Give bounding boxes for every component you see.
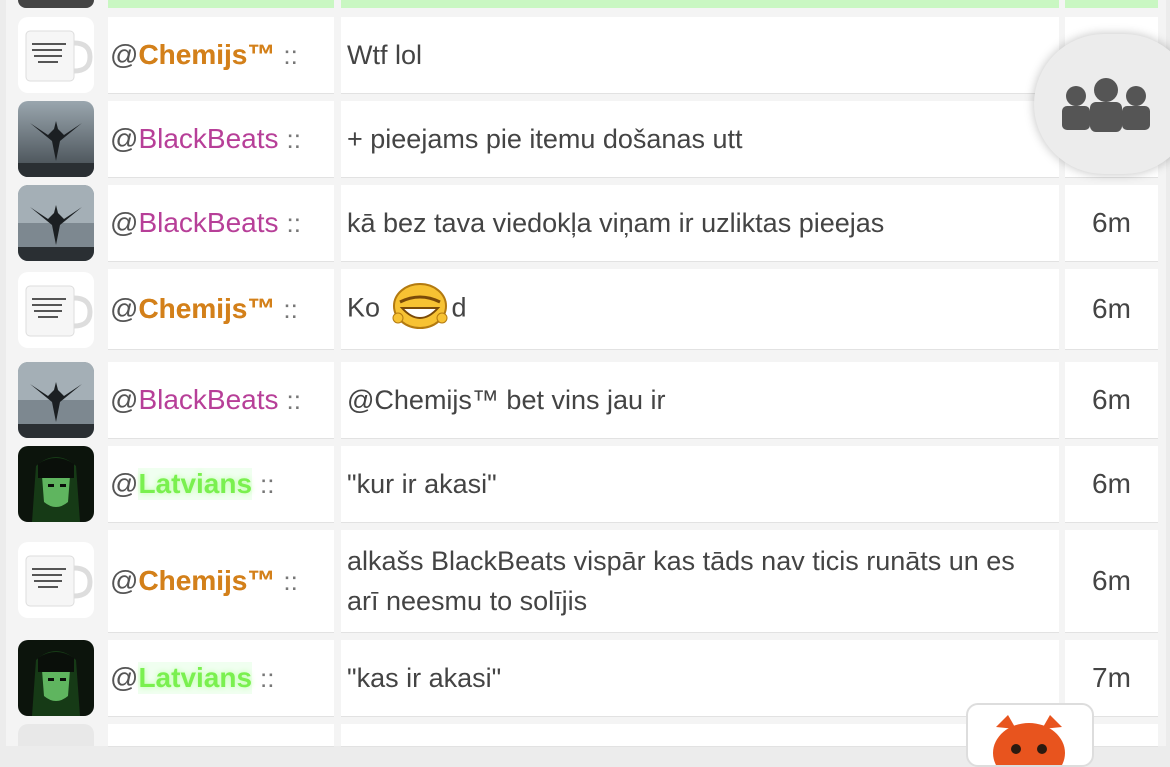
- message-text: Wtf lol: [347, 40, 423, 70]
- message-text: + pieejams pie itemu došanas utt: [347, 124, 743, 154]
- chat-frame: @Chemijs™:: Wtf lol 6m @BlackBeats:: + p…: [0, 0, 1170, 767]
- at-sign: @: [110, 468, 139, 499]
- message-text: alkašs BlackBeats vispār kas tāds nav ti…: [347, 546, 1015, 616]
- nick-cell[interactable]: @ Chemijs™::: [108, 530, 334, 632]
- nickname[interactable]: Chemijs™: [138, 565, 275, 597]
- at-sign: @: [110, 39, 139, 70]
- avatar-cell: [18, 101, 94, 177]
- message-text-before: Ko: [347, 292, 381, 323]
- nick-cell[interactable]: @ Chemijs™::: [108, 269, 334, 349]
- at-sign: @: [110, 662, 139, 693]
- nickname[interactable]: Latvians: [138, 468, 253, 500]
- avatar-cell: [18, 269, 94, 349]
- message-cell: @Chemijs™ bet vins jau ir: [341, 362, 1059, 438]
- avatar-cell: [18, 17, 94, 93]
- avatar-mug[interactable]: [18, 542, 94, 618]
- time-cell: 6m: [1065, 362, 1158, 438]
- avatar-mug[interactable]: [18, 272, 94, 348]
- message-cell: Wtf lol: [341, 17, 1059, 93]
- prev-row-time-strip: [1065, 0, 1158, 8]
- cat-emoji-icon: [986, 713, 1072, 765]
- separator: ::: [283, 565, 298, 596]
- avatar-mug[interactable]: [18, 17, 94, 93]
- avatar-angel[interactable]: [18, 185, 94, 261]
- time-cell: 6m: [1065, 446, 1158, 522]
- message-row: @ BlackBeats:: + pieejams pie itemu došan…: [6, 101, 1166, 177]
- message-cell: alkašs BlackBeats vispār kas tāds nav ti…: [341, 530, 1059, 632]
- timestamp: 6m: [1092, 565, 1131, 596]
- message-cell: "kas ir akasi": [341, 640, 1059, 716]
- message-text-after: d: [451, 292, 467, 323]
- nickname[interactable]: BlackBeats: [138, 207, 278, 239]
- at-sign: @: [110, 207, 139, 238]
- nick-cell[interactable]: @ Chemijs™::: [108, 17, 334, 93]
- message-row: @Chemijs™:: Wtf lol 6m: [6, 17, 1166, 93]
- nick-cell[interactable]: @ BlackBeats::: [108, 101, 334, 177]
- separator: ::: [260, 468, 275, 499]
- nickname[interactable]: BlackBeats: [138, 123, 278, 155]
- nickname[interactable]: Chemijs™: [138, 39, 275, 71]
- nickname[interactable]: BlackBeats: [138, 384, 278, 416]
- nick-cell[interactable]: @ Latvians::: [108, 640, 334, 716]
- message-row: @ Chemijs™:: alkašs BlackBeats vispār kas…: [6, 530, 1166, 632]
- at-sign: @: [110, 293, 139, 324]
- timestamp: 6m: [1092, 384, 1131, 415]
- message-text: "kur ir akasi": [347, 469, 497, 499]
- separator: ::: [286, 384, 301, 415]
- message-row: @ Latvians:: "kur ir akasi" 6m: [6, 446, 1166, 522]
- avatar-cell: [18, 640, 94, 716]
- message-cell: kā bez tava viedokļa viņam ir uzliktas p…: [341, 185, 1059, 261]
- separator: ::: [283, 293, 298, 324]
- avatar-angel[interactable]: [18, 362, 94, 438]
- avatar-cell: [18, 446, 94, 522]
- prev-row-avatar: [18, 0, 94, 8]
- message-row: @ BlackBeats:: @Chemijs™ bet vins jau ir …: [6, 362, 1166, 438]
- message-row: @ Chemijs™:: Ko d 6m: [6, 269, 1166, 349]
- emoji-popup[interactable]: [966, 703, 1094, 767]
- nickname[interactable]: Latvians: [138, 662, 253, 694]
- users-floating-button[interactable]: [1034, 34, 1170, 174]
- message-cell: "kur ir akasi": [341, 446, 1059, 522]
- message-row: @ BlackBeats:: kā bez tava viedokļa viņam…: [6, 185, 1166, 261]
- prev-row-name-strip: [108, 0, 334, 8]
- message-text: "kas ir akasi": [347, 663, 502, 693]
- separator: ::: [283, 39, 298, 70]
- nickname[interactable]: Chemijs™: [138, 293, 275, 325]
- time-cell: 6m: [1065, 530, 1158, 632]
- message-text: Ko d: [341, 278, 467, 341]
- message-text: @Chemijs™ bet vins jau ir: [347, 385, 666, 415]
- timestamp: 7m: [1092, 662, 1131, 693]
- avatar-cell: [18, 185, 94, 261]
- at-sign: @: [110, 123, 139, 154]
- message-text: kā bez tava viedokļa viņam ir uzliktas p…: [347, 208, 885, 238]
- chat-list[interactable]: @Chemijs™:: Wtf lol 6m @BlackBeats:: + p…: [6, 0, 1166, 746]
- separator: ::: [286, 207, 301, 238]
- message-cell: Ko d: [341, 269, 1059, 349]
- time-cell: 6m: [1065, 269, 1158, 349]
- avatar-cell: [18, 724, 94, 746]
- message-cell: [341, 724, 1059, 746]
- separator: ::: [286, 123, 301, 154]
- avatar-cell: [18, 362, 94, 438]
- avatar-cell: [18, 530, 94, 632]
- at-sign: @: [110, 384, 139, 415]
- nick-cell[interactable]: @ Latvians::: [108, 446, 334, 522]
- at-sign: @: [110, 565, 139, 596]
- nick-cell[interactable]: @ BlackBeats::: [108, 362, 334, 438]
- timestamp: 6m: [1092, 468, 1131, 499]
- avatar-anime[interactable]: [18, 640, 94, 716]
- laughing-smiley-icon: [390, 278, 450, 341]
- nick-cell[interactable]: [108, 724, 334, 746]
- time-cell: 6m: [1065, 185, 1158, 261]
- users-group-icon: [1056, 76, 1156, 141]
- prev-row-message-strip: [341, 0, 1059, 8]
- avatar-angel[interactable]: [18, 101, 94, 177]
- timestamp: 6m: [1092, 207, 1131, 238]
- separator: ::: [260, 662, 275, 693]
- nick-cell[interactable]: @ BlackBeats::: [108, 185, 334, 261]
- avatar-anime[interactable]: [18, 446, 94, 522]
- timestamp: 6m: [1092, 293, 1131, 324]
- message-cell: + pieejams pie itemu došanas utt: [341, 101, 1059, 177]
